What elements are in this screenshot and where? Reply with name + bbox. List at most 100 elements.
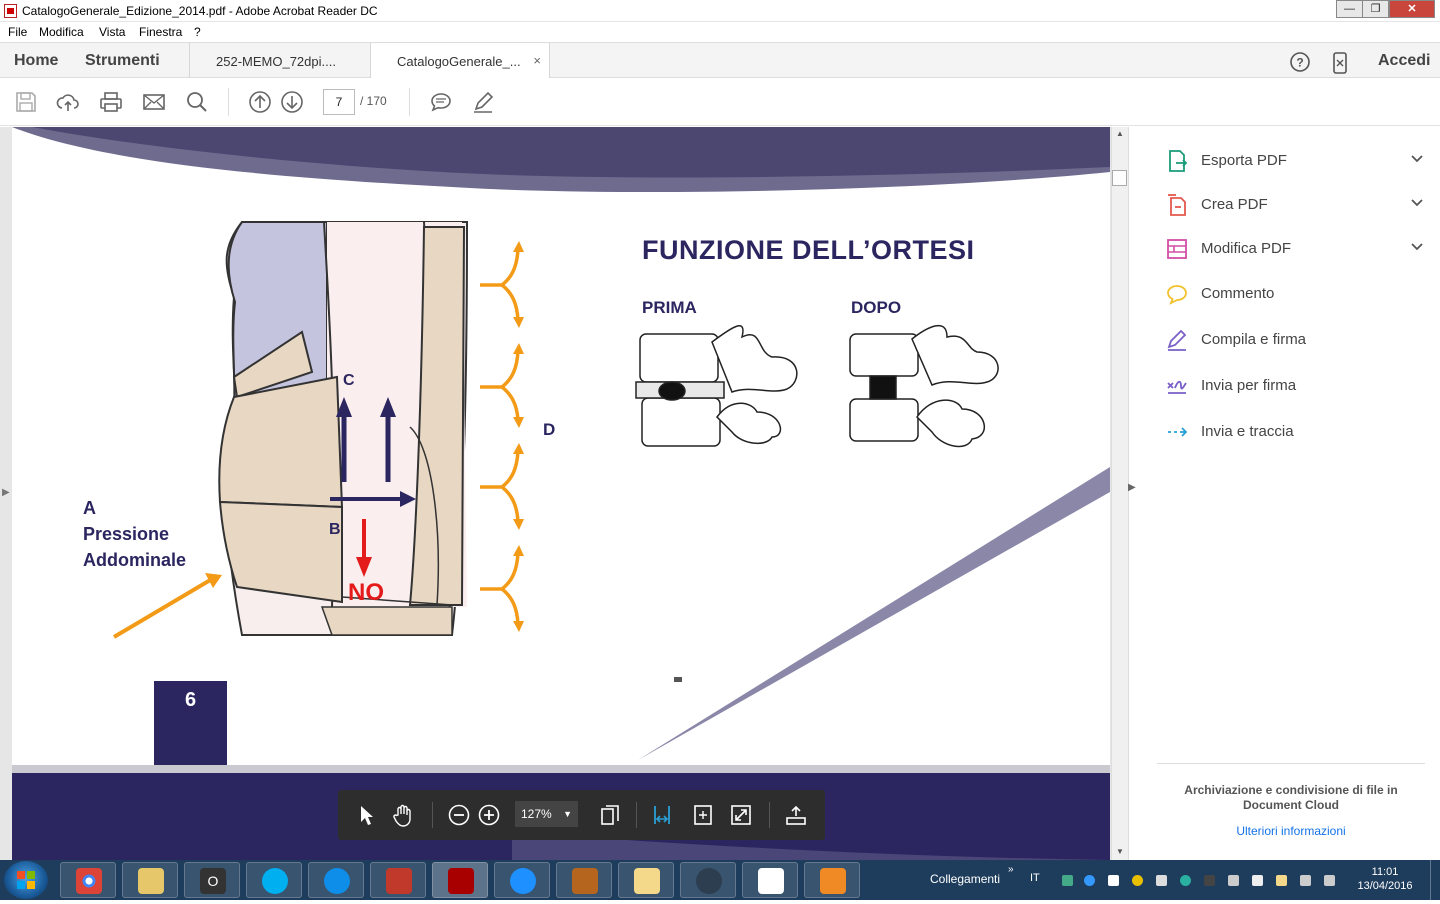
tool-comment[interactable]: Commento [1165,280,1425,308]
chevron-down-icon[interactable] [1409,194,1425,215]
taskbar-explorer[interactable] [122,862,178,898]
menu-vista[interactable]: Vista [99,25,125,39]
tray-icon[interactable] [1156,875,1167,886]
tab-document-memo[interactable]: 252-MEMO_72dpi.... [189,43,370,79]
tool-create-pdf[interactable]: Crea PDF [1165,191,1425,219]
scroll-down-icon[interactable]: ▼ [1116,847,1124,856]
fit-width-icon[interactable] [650,803,674,827]
start-button[interactable] [4,861,48,899]
taskbar-skype[interactable] [246,862,302,898]
doc-label-after: DOPO [851,298,902,317]
send-track-icon [1165,420,1189,444]
vertical-scrollbar[interactable]: ▲ ▼ [1111,127,1128,860]
scrollbar-thumb[interactable] [1112,170,1127,186]
expand-links-icon[interactable]: » [1008,864,1014,875]
flag-icon[interactable] [1252,875,1263,886]
tray-icon[interactable] [1180,875,1191,886]
teamviewer-icon [324,868,350,894]
sign-pen-icon[interactable] [471,90,495,114]
tool-send-sign[interactable]: Invia per firma [1165,372,1425,400]
menu-modifica[interactable]: Modifica [39,25,84,39]
taskbar-acrobat-reader[interactable] [432,862,488,898]
next-page-icon[interactable] [280,90,304,114]
taskbar-teamviewer[interactable] [308,862,364,898]
prev-page-icon[interactable] [248,90,272,114]
grid-app-icon [758,868,784,894]
taskbar-app-grid[interactable] [742,862,798,898]
show-desktop-button[interactable] [1430,860,1440,900]
learn-more-link[interactable]: Ulteriori informazioni [1159,824,1423,838]
read-mode-icon[interactable] [784,803,808,827]
full-screen-icon[interactable] [729,803,753,827]
maximize-button[interactable]: ❐ [1362,0,1389,18]
taskbar-mail[interactable] [618,862,674,898]
cloud-upload-icon[interactable] [56,90,80,114]
page-number-input[interactable]: 7 [323,89,355,115]
nav-home[interactable]: Home [14,52,58,70]
edit-pdf-icon [1165,237,1189,261]
volume-icon[interactable] [1228,875,1239,886]
print-icon[interactable] [99,90,123,114]
skype-icon [262,868,288,894]
help-icon[interactable]: ? [1290,52,1310,72]
taskbar-chrome[interactable] [60,862,116,898]
tray-icon[interactable] [1204,875,1215,886]
minimize-button[interactable]: — [1336,0,1363,18]
doc-label-before: PRIMA [642,298,697,317]
send-sign-icon [1165,374,1189,398]
pdf-page[interactable]: FUNZIONE DELL’ORTESI PRIMA DOPO A Pressi… [12,127,1110,860]
floating-page-toolbar: 127% ▼ [338,790,825,840]
sign-in-link[interactable]: Accedi [1378,52,1430,70]
collapse-pane-icon[interactable]: ▶ [1128,482,1136,493]
tab-document-catalogo[interactable]: CatalogoGenerale_... × [370,43,550,80]
links-toolbar[interactable]: Collegamenti [930,872,1000,886]
tab-close-icon[interactable]: × [533,53,541,68]
taskbar-acrobat-alt[interactable] [370,862,426,898]
chevron-down-icon[interactable] [1409,150,1425,171]
title-bar: CatalogoGenerale_Edizione_2014.pdf - Ado… [0,0,1440,22]
tool-label: Compila e firma [1201,331,1307,348]
email-icon[interactable] [142,90,166,114]
save-icon[interactable] [14,90,38,114]
menu-file[interactable]: File [8,25,27,39]
doc-label-b: B [329,521,341,538]
taskbar-app-o[interactable]: O [184,862,240,898]
left-pane-toggle-icon[interactable]: ▶ [2,487,10,498]
taskbar-app-volcano[interactable] [556,862,612,898]
doc-label-a-line1: Pressione [83,524,170,544]
tool-fill-sign[interactable]: Compila e firma [1165,326,1425,354]
clock[interactable]: 11:01 13/04/2016 [1350,865,1420,893]
nav-tools[interactable]: Strumenti [85,52,160,70]
fit-page-icon[interactable] [691,803,715,827]
tool-export-pdf[interactable]: Esporta PDF [1165,147,1425,175]
menu-finestra[interactable]: Finestra [139,25,182,39]
tool-send-track[interactable]: Invia e traccia [1165,418,1425,446]
taskbar-ie[interactable] [494,862,550,898]
tray-icon[interactable] [1132,875,1143,886]
document-area: FUNZIONE DELL’ORTESI PRIMA DOPO A Pressi… [0,127,1128,860]
close-window-button[interactable]: ✕ [1389,0,1435,18]
comment-icon[interactable] [429,90,453,114]
chevron-down-icon[interactable] [1409,238,1425,259]
zoom-level-select[interactable]: 127% ▼ [515,801,578,827]
taskbar-app-eye[interactable] [804,862,860,898]
language-indicator[interactable]: IT [1030,872,1040,884]
taskbar-app-globe[interactable] [680,862,736,898]
menu-help[interactable]: ? [194,25,201,39]
tray-icon[interactable] [1062,875,1073,886]
hand-tool-icon[interactable] [391,803,415,827]
tool-label: Modifica PDF [1201,240,1292,257]
network-icon[interactable] [1324,875,1335,886]
scroll-up-icon[interactable]: ▲ [1116,129,1124,138]
tray-icon[interactable] [1276,875,1287,886]
windows-tray-icon[interactable] [1108,875,1119,886]
tool-edit-pdf[interactable]: Modifica PDF [1165,235,1425,263]
search-icon[interactable] [185,90,209,114]
zoom-out-icon[interactable] [447,803,471,827]
tray-icon[interactable] [1300,875,1311,886]
tray-icon[interactable] [1084,875,1095,886]
zoom-in-icon[interactable] [477,803,501,827]
page-layout-icon[interactable] [598,803,622,827]
mobile-link-icon[interactable] [1330,52,1350,74]
select-cursor-icon[interactable] [354,803,378,827]
